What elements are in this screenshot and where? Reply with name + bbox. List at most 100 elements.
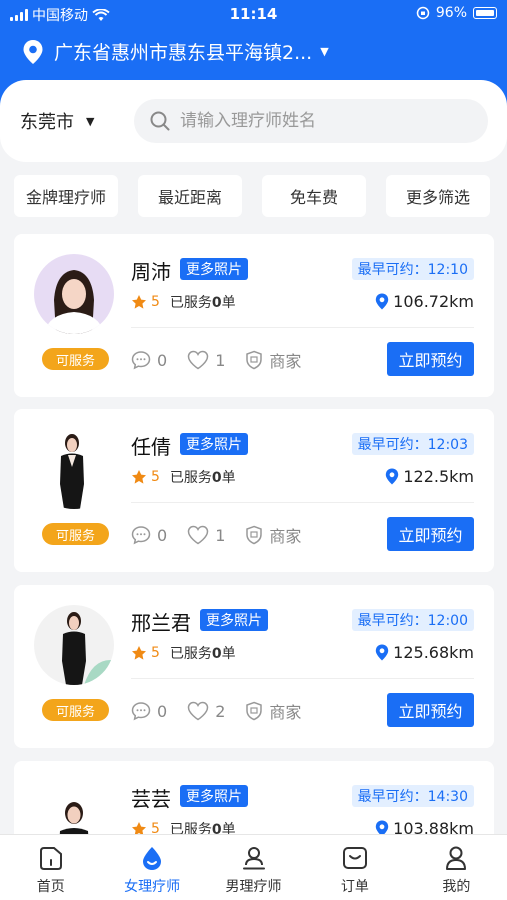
- shield-icon: [246, 701, 263, 721]
- comment-stat[interactable]: 0: [131, 525, 167, 545]
- battery-icon: [473, 7, 497, 19]
- city-label: 东莞市: [20, 112, 74, 133]
- shield-icon: [246, 350, 263, 370]
- merchant-label: 商家: [269, 352, 302, 371]
- filter-more[interactable]: 更多筛选: [386, 175, 490, 217]
- status-badge: 可服务: [42, 348, 109, 370]
- filter-nearest[interactable]: 最近距离: [138, 175, 242, 217]
- therapist-name: 邢兰君: [131, 611, 191, 635]
- comment-count: 0: [157, 350, 168, 370]
- comment-stat[interactable]: 0: [131, 350, 167, 370]
- earliest-available: 最早可约：12:10: [351, 258, 474, 280]
- more-photos-button[interactable]: 更多照片: [180, 258, 248, 280]
- book-now-button[interactable]: 立即预约: [387, 693, 474, 727]
- home-icon: [39, 847, 62, 870]
- comment-count: 0: [157, 525, 168, 545]
- earliest-available: 最早可约：12:00: [351, 609, 474, 631]
- status-badge: 可服务: [42, 699, 109, 721]
- stats-row: 0 2 商家: [131, 699, 321, 723]
- comment-icon: [131, 526, 151, 545]
- therapist-card[interactable]: 可服务 任倩 更多照片 最早可约：12:03 5 已服务0单 122.5km 0…: [14, 409, 494, 572]
- therapist-card[interactable]: 可服务 邢兰君 更多照片 最早可约：12:00 5 已服务0单 125.68km…: [14, 585, 494, 748]
- tab-female-therapist[interactable]: 女理疗师: [101, 835, 202, 900]
- orientation-lock-icon: [416, 6, 430, 20]
- tab-home[interactable]: 首页: [0, 835, 101, 900]
- order-icon: [342, 847, 367, 869]
- distance-value: 122.5km: [403, 467, 474, 486]
- status-right: 96%: [416, 5, 497, 21]
- like-stat[interactable]: 1: [187, 350, 225, 370]
- tab-male-therapist[interactable]: 男理疗师: [203, 835, 304, 900]
- therapist-name: 芸芸: [131, 787, 171, 811]
- merchant-tag: 商家: [245, 699, 301, 723]
- tab-label: 男理疗师: [225, 879, 282, 895]
- location-pin-icon: [375, 293, 389, 310]
- distance-value: 125.68km: [393, 643, 474, 662]
- avatar[interactable]: [34, 254, 114, 334]
- bottom-tab-bar: 首页 女理疗师 男理疗师 订单 我的: [0, 834, 507, 900]
- location-selector[interactable]: 广东省惠州市惠东县平海镇2... ▼: [22, 38, 329, 65]
- chevron-down-icon: ▼: [86, 114, 95, 128]
- heart-icon: [187, 350, 209, 370]
- earliest-available: 最早可约：14:30: [351, 785, 474, 807]
- like-stat[interactable]: 1: [187, 525, 225, 545]
- drop-icon: [143, 847, 162, 870]
- tab-label: 首页: [36, 879, 65, 895]
- profile-icon: [446, 846, 467, 870]
- tab-orders[interactable]: 订单: [304, 835, 405, 900]
- distance: 122.5km: [385, 467, 474, 486]
- rating: 5 已服务0单: [131, 467, 236, 487]
- tab-label: 订单: [340, 879, 369, 895]
- book-now-button[interactable]: 立即预约: [387, 342, 474, 376]
- divider: [131, 502, 474, 503]
- location-pin-icon: [386, 468, 399, 485]
- more-photos-button[interactable]: 更多照片: [180, 433, 248, 455]
- comment-icon: [131, 351, 151, 370]
- more-photos-button[interactable]: 更多照片: [200, 609, 268, 631]
- comment-stat[interactable]: 0: [131, 701, 167, 721]
- divider: [131, 678, 474, 679]
- search-box[interactable]: [134, 99, 488, 143]
- rating: 5 已服务0单: [131, 292, 236, 312]
- shield-icon: [246, 525, 263, 545]
- filter-bar: 金牌理疗师 最近距离 免车费 更多筛选: [14, 175, 490, 217]
- chevron-down-icon: ▼: [320, 45, 329, 58]
- like-stat[interactable]: 2: [187, 701, 225, 721]
- search-input[interactable]: [180, 111, 470, 131]
- tab-profile[interactable]: 我的: [406, 835, 507, 900]
- therapist-name: 周沛: [131, 260, 171, 284]
- more-photos-button[interactable]: 更多照片: [180, 785, 248, 807]
- therapist-name: 任倩: [131, 435, 171, 459]
- heart-icon: [187, 525, 209, 545]
- comment-icon: [131, 702, 151, 721]
- star-icon: [132, 295, 146, 309]
- rating-score: 5: [151, 294, 160, 310]
- rating-score: 5: [151, 469, 160, 485]
- distance-value: 106.72km: [393, 292, 474, 311]
- filter-gold-therapist[interactable]: 金牌理疗师: [14, 175, 118, 217]
- rating-score: 5: [151, 645, 160, 661]
- avatar[interactable]: [34, 429, 114, 509]
- comment-count: 0: [157, 701, 168, 721]
- tab-label: 女理疗师: [124, 879, 181, 895]
- book-now-button[interactable]: 立即预约: [387, 517, 474, 551]
- merchant-label: 商家: [269, 527, 302, 546]
- search-icon: [150, 111, 170, 131]
- distance: 125.68km: [375, 643, 474, 662]
- city-selector[interactable]: 东莞市 ▼: [20, 108, 94, 134]
- battery-percent: 96%: [435, 5, 467, 21]
- tab-label: 我的: [442, 879, 471, 895]
- star-icon: [132, 646, 146, 660]
- served-count: 已服务0单: [169, 295, 236, 311]
- stats-row: 0 1 商家: [131, 523, 321, 547]
- avatar[interactable]: [34, 605, 114, 685]
- therapist-card[interactable]: 可服务 周沛 更多照片 最早可约：12:10 5 已服务0单 106.72km …: [14, 234, 494, 397]
- filter-free-travel[interactable]: 免车费: [262, 175, 366, 217]
- location-pin-icon: [23, 39, 43, 64]
- divider: [131, 327, 474, 328]
- location-pin-icon: [375, 644, 389, 661]
- like-count: 1: [215, 525, 226, 545]
- served-count: 已服务0单: [169, 470, 236, 486]
- distance: 106.72km: [375, 292, 474, 311]
- served-count: 已服务0单: [169, 646, 236, 662]
